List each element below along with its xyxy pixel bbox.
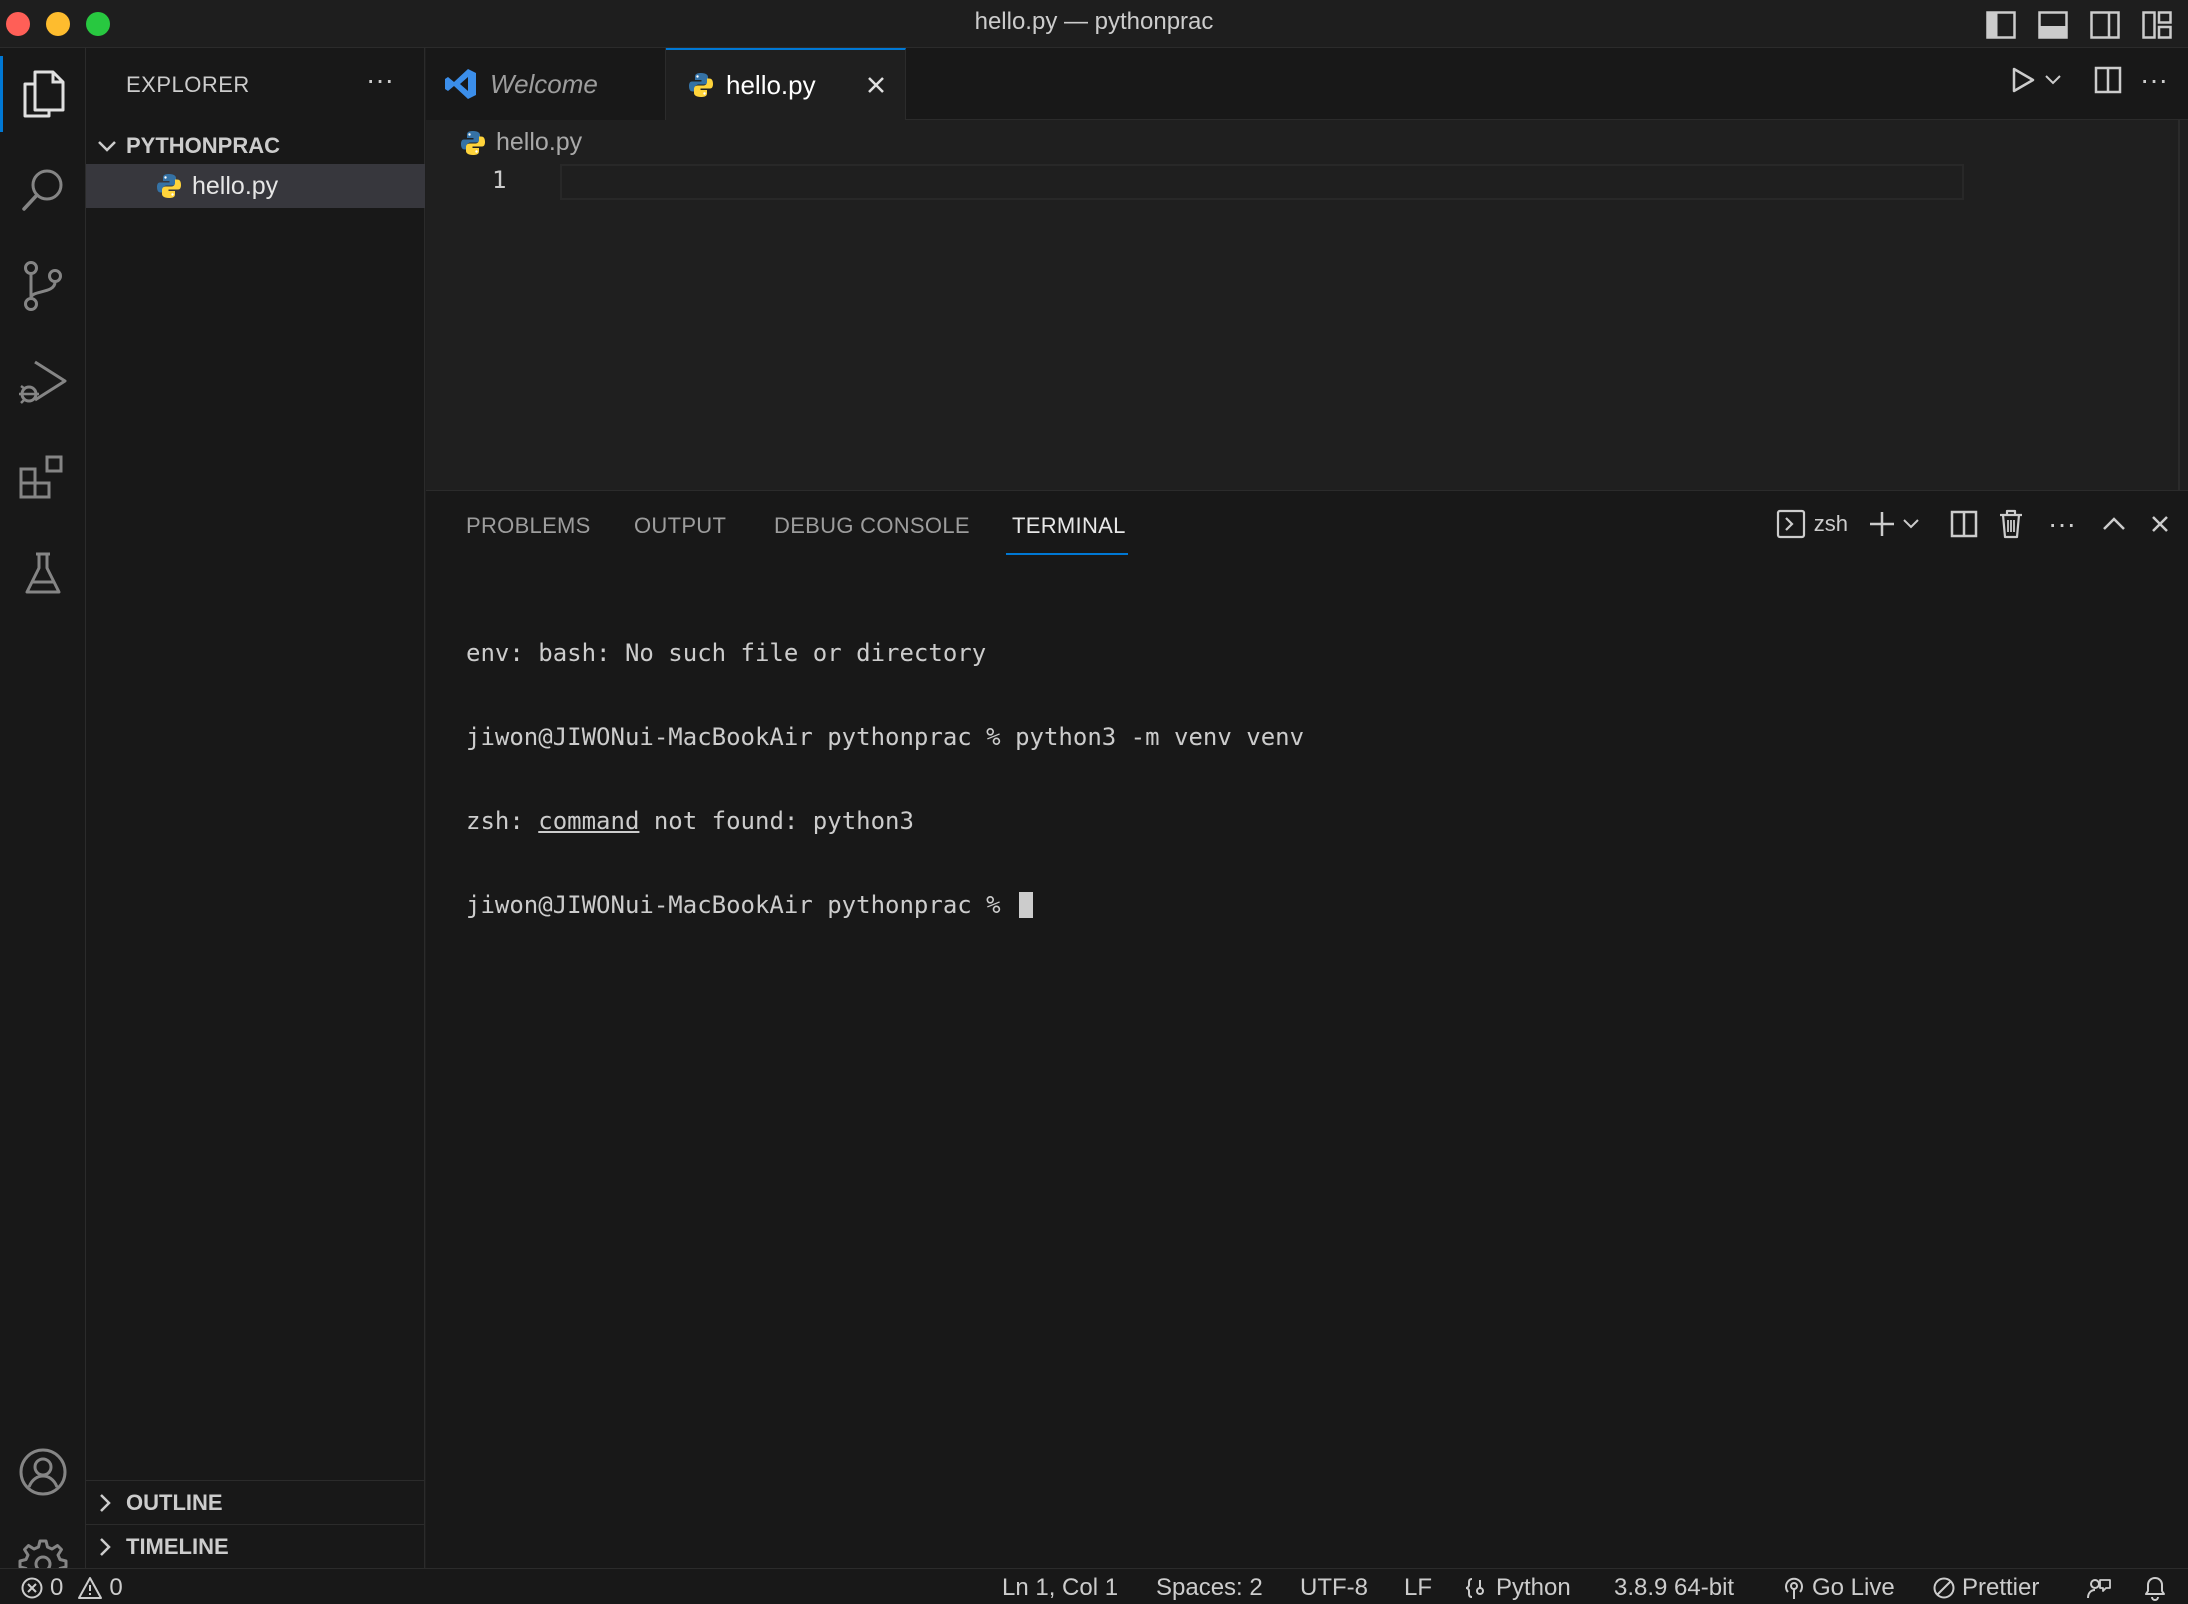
tab-hello-py[interactable]: hello.py bbox=[666, 48, 906, 120]
sidebar-title: EXPLORER bbox=[126, 72, 250, 97]
tab-problems[interactable]: PROBLEMS bbox=[466, 513, 591, 539]
outline-section[interactable]: OUTLINE bbox=[86, 1480, 425, 1524]
accounts-icon[interactable] bbox=[0, 1426, 86, 1518]
tab-debug-console[interactable]: DEBUG CONSOLE bbox=[774, 513, 970, 539]
python-file-icon bbox=[688, 72, 714, 98]
search-icon[interactable] bbox=[0, 144, 86, 236]
prettier-status[interactable]: Prettier bbox=[1932, 1573, 2039, 1603]
scrollbar-track[interactable] bbox=[2178, 120, 2180, 490]
prettier-label: Prettier bbox=[1962, 1574, 2040, 1601]
indentation-status[interactable]: Spaces: 2 bbox=[1156, 1573, 1263, 1603]
toggle-primary-sidebar-icon[interactable] bbox=[1982, 6, 2020, 44]
encoding-status[interactable]: UTF-8 bbox=[1300, 1573, 1368, 1603]
explorer-sidebar: EXPLORER ··· PYTHONPRAC hello.py OUTLINE… bbox=[86, 48, 425, 1568]
terminal-cursor bbox=[1019, 892, 1034, 918]
terminal-line: zsh: command not found: python3 bbox=[466, 807, 1304, 835]
terminal-link[interactable]: command bbox=[538, 807, 639, 835]
terminal-text: zsh: bbox=[466, 807, 539, 835]
tab-output[interactable]: OUTPUT bbox=[634, 513, 726, 539]
file-item-hello-py[interactable]: hello.py bbox=[86, 164, 425, 208]
more-actions-icon[interactable]: ··· bbox=[2048, 510, 2076, 538]
folder-name: PYTHONPRAC bbox=[126, 133, 281, 158]
explorer-more-actions-icon[interactable]: ··· bbox=[366, 64, 394, 96]
terminal-icon bbox=[1776, 509, 1805, 539]
chevron-down-icon[interactable] bbox=[2044, 74, 2062, 86]
terminal-selector[interactable]: zsh bbox=[1776, 509, 1848, 539]
toggle-panel-icon[interactable] bbox=[2034, 6, 2072, 44]
language-mode[interactable]: Python bbox=[1464, 1573, 1571, 1603]
timeline-label: TIMELINE bbox=[126, 1533, 229, 1559]
split-editor-icon[interactable] bbox=[2094, 66, 2122, 94]
outline-label: OUTLINE bbox=[126, 1489, 223, 1515]
extensions-icon[interactable] bbox=[0, 432, 86, 524]
go-live-label: Go Live bbox=[1812, 1574, 1895, 1601]
vscode-icon bbox=[444, 67, 478, 101]
terminal-name: zsh bbox=[1813, 511, 1849, 536]
maximize-panel-icon[interactable] bbox=[2102, 516, 2126, 532]
python-file-icon bbox=[460, 130, 486, 156]
terminal-line: env: bash: No such file or directory bbox=[466, 639, 987, 667]
customize-layout-icon[interactable] bbox=[2138, 6, 2176, 44]
chevron-down-icon[interactable] bbox=[1902, 518, 1920, 530]
go-live-button[interactable]: Go Live bbox=[1782, 1573, 1895, 1603]
split-terminal-icon[interactable] bbox=[1950, 510, 1978, 538]
warning-count: 0 bbox=[109, 1574, 123, 1601]
breadcrumb[interactable]: hello.py bbox=[460, 128, 582, 157]
chevron-down-icon bbox=[96, 139, 122, 153]
folder-pythonprac[interactable]: PYTHONPRAC bbox=[86, 126, 425, 166]
breadcrumb-file[interactable]: hello.py bbox=[496, 128, 582, 157]
close-tab-icon[interactable] bbox=[861, 70, 891, 100]
trash-icon[interactable] bbox=[1998, 509, 2024, 539]
active-tab-underline bbox=[1006, 553, 1128, 555]
tab-welcome[interactable]: Welcome bbox=[426, 48, 666, 120]
more-actions-icon[interactable]: ··· bbox=[2140, 66, 2168, 94]
editor-tab-bar: Welcome hello.py ··· bbox=[426, 48, 2188, 120]
eol-status[interactable]: LF bbox=[1404, 1573, 1432, 1603]
notifications-bell-icon[interactable] bbox=[2144, 1573, 2166, 1603]
run-debug-icon[interactable] bbox=[0, 336, 86, 428]
terminal-line: jiwon@JIWONui-MacBookAir pythonprac % py… bbox=[466, 723, 1305, 751]
tab-terminal[interactable]: TERMINAL bbox=[1012, 513, 1126, 539]
activity-bar bbox=[0, 48, 86, 1589]
tab-label: hello.py bbox=[726, 69, 816, 100]
toggle-secondary-sidebar-icon[interactable] bbox=[2086, 6, 2124, 44]
python-interpreter[interactable]: 3.8.9 64-bit bbox=[1614, 1573, 1734, 1603]
language-label: Python bbox=[1496, 1574, 1571, 1601]
feedback-icon[interactable] bbox=[2086, 1573, 2112, 1603]
terminal-prompt-line: jiwon@JIWONui-MacBookAir pythonprac % bbox=[466, 891, 1304, 919]
braces-icon bbox=[1465, 1578, 1484, 1598]
terminal-output[interactable]: env: bash: No such file or directory jiw… bbox=[466, 583, 1304, 975]
testing-icon[interactable] bbox=[0, 528, 86, 620]
status-bar: 0 0 Ln 1, Col 1 Spaces: 2 UTF-8 LF Pytho… bbox=[0, 1568, 2188, 1604]
source-control-icon[interactable] bbox=[0, 240, 86, 332]
cursor-position[interactable]: Ln 1, Col 1 bbox=[1002, 1573, 1118, 1603]
problems-status[interactable]: 0 0 bbox=[20, 1573, 123, 1603]
prettier-disabled-icon bbox=[1933, 1577, 1955, 1599]
bottom-panel: PROBLEMS OUTPUT DEBUG CONSOLE TERMINAL z… bbox=[426, 490, 2188, 1568]
current-line-highlight[interactable] bbox=[560, 164, 1964, 200]
error-count: 0 bbox=[50, 1574, 64, 1601]
chevron-right-icon bbox=[98, 1492, 122, 1514]
close-panel-icon[interactable] bbox=[2150, 514, 2170, 534]
python-file-icon bbox=[156, 173, 182, 199]
new-terminal-icon[interactable] bbox=[1868, 510, 1896, 538]
window-title: hello.py — pythonprac bbox=[974, 8, 1214, 35]
terminal-text: not found: python3 bbox=[639, 807, 914, 835]
timeline-section[interactable]: TIMELINE bbox=[86, 1524, 425, 1568]
warning-icon bbox=[78, 1577, 103, 1599]
chevron-right-icon bbox=[98, 1536, 122, 1558]
tab-label: Welcome bbox=[490, 68, 598, 99]
terminal-prompt: jiwon@JIWONui-MacBookAir pythonprac % bbox=[466, 891, 1016, 919]
broadcast-icon bbox=[1785, 1577, 1803, 1599]
file-name: hello.py bbox=[192, 171, 279, 200]
error-icon bbox=[21, 1577, 43, 1599]
title-bar: hello.py — pythonprac bbox=[0, 0, 2188, 48]
line-number: 1 bbox=[492, 166, 507, 194]
run-python-file-icon[interactable] bbox=[2010, 66, 2036, 94]
explorer-icon[interactable] bbox=[0, 48, 86, 140]
code-editor[interactable]: hello.py 1 bbox=[426, 120, 2188, 490]
